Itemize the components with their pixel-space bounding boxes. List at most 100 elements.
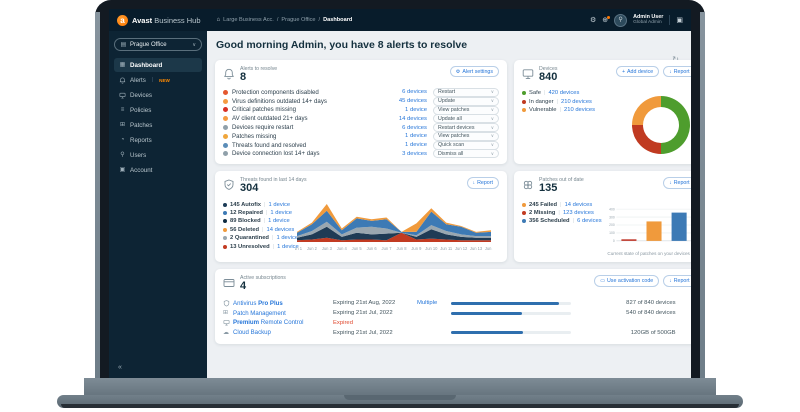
alert-label: Patches missing	[232, 132, 277, 140]
legend-devices-link[interactable]: 14 devices	[267, 227, 295, 233]
svg-text:0: 0	[612, 240, 614, 244]
threats-report-button[interactable]: ↓ Report	[466, 177, 499, 189]
breadcrumb-site[interactable]: Prague Office	[281, 17, 315, 23]
legend-devices-link[interactable]: 1 device	[270, 210, 292, 216]
sidebar-item-alerts[interactable]: Alerts | NEW	[114, 73, 202, 87]
svg-text:Jun 13: Jun 13	[470, 246, 483, 251]
alert-action-select[interactable]: Restart ∨	[433, 87, 499, 97]
shield-icon	[223, 178, 235, 196]
topbar: a Avast Business Hub ⌂ Large Business Ac…	[109, 9, 691, 31]
legend-item: 2 Missing | 123 devices	[522, 209, 602, 217]
alert-devices-link[interactable]: 1 device	[405, 107, 427, 113]
subscription-name-link[interactable]: Cloud Backup	[233, 329, 333, 336]
alert-action-select[interactable]: Update ∨	[433, 96, 499, 106]
gear-icon[interactable]: ⚙	[590, 17, 596, 24]
legend-devices-link[interactable]: 210 devices	[564, 107, 595, 113]
alert-action-select[interactable]: View patches ∨	[433, 131, 499, 141]
remote-control-icon	[223, 319, 233, 326]
legend-devices-link[interactable]: 210 devices	[561, 99, 592, 105]
svg-text:Jun 6: Jun 6	[367, 246, 378, 251]
subscription-extra-link[interactable]: Multiple	[417, 300, 451, 306]
subscription-name-link[interactable]: Patch Management	[233, 310, 333, 317]
alert-devices-link[interactable]: 6 devices	[402, 89, 427, 95]
legend-devices-link[interactable]: 420 devices	[548, 90, 579, 96]
legend-devices-link[interactable]: 6 devices	[577, 218, 602, 224]
legend-devices-link[interactable]: 14 devices	[565, 202, 593, 208]
name-pre: Patch Management	[233, 309, 286, 317]
card-icon: ▭	[600, 278, 605, 285]
sidebar-collapse-button[interactable]: «	[114, 362, 202, 373]
subscription-expiry: Expiring 21st Jul, 2022	[333, 310, 393, 317]
download-icon: ↓	[472, 180, 476, 187]
alert-devices-link[interactable]: 6 devices	[402, 125, 427, 131]
threats-card: Threats found in last 14 days 304 ↓ Repor…	[215, 171, 507, 263]
button-label: Report	[673, 277, 690, 284]
help-book-icon[interactable]: ▣	[676, 17, 683, 24]
alert-devices-link[interactable]: 14 devices	[399, 116, 427, 122]
alert-row: Virus definitions outdated 14+ days 45 de…	[223, 96, 499, 106]
alert-action-select[interactable]: Restart devices ∨	[433, 123, 499, 133]
breadcrumb-account[interactable]: Large Business Acc.	[223, 17, 274, 23]
legend-label: 13 Unresolved	[230, 243, 270, 250]
patches-card-meta: Patches out of date 135	[539, 177, 584, 195]
legend-divider: |	[262, 226, 264, 233]
subscription-row: ☁ Cloud Backup Expiring 21st Jul, 2022 1…	[223, 328, 691, 338]
alert-devices-link[interactable]: 3 devices	[402, 151, 427, 157]
card-label: Active subscriptions	[240, 275, 286, 282]
sidebar-item-patches[interactable]: ⊞ Patches	[114, 118, 202, 132]
action-label: Quick scan	[438, 142, 465, 149]
sidebar-item-devices[interactable]: Devices	[114, 88, 202, 102]
notifications-icon[interactable]: ⊕	[602, 15, 611, 24]
alert-label: AV client outdated 21+ days	[232, 115, 308, 123]
main-content: Good morning Admin, you have 8 alerts to…	[207, 31, 691, 378]
bell-icon	[223, 67, 235, 85]
org-selector[interactable]: ▤ Prague Office ∨	[114, 38, 202, 51]
sidebar-item-account[interactable]: ▣ Account	[114, 163, 202, 177]
alert-devices-link[interactable]: 1 device	[405, 142, 427, 148]
add-device-button[interactable]: + Add device	[616, 66, 660, 78]
legend-devices-link[interactable]: 123 devices	[563, 210, 594, 216]
alert-action-select[interactable]: View patches ∨	[433, 105, 499, 115]
legend-divider: |	[264, 201, 266, 208]
sidebar-item-dashboard[interactable]: ▦ Dashboard	[114, 58, 202, 72]
alert-action-select[interactable]: Update all ∨	[433, 114, 499, 124]
devices-count: 840	[539, 71, 558, 83]
legend-label: 2 Quarantined	[230, 235, 269, 242]
home-icon[interactable]: ⌂	[217, 17, 221, 23]
legend-devices-link[interactable]: 1 device	[268, 218, 290, 224]
devices-card: Devices 840 + Add device ↓ Report Safe | 420…	[514, 60, 691, 165]
alert-action-select[interactable]: Quick scan ∨	[433, 140, 499, 150]
action-label: Dismiss all	[438, 150, 464, 157]
legend-devices-link[interactable]: 1 device	[269, 202, 291, 208]
subscriptions-report-button[interactable]: ↓ Report	[663, 275, 691, 287]
alert-severity-icon	[223, 151, 228, 157]
subscription-usage-text: 120GB of 500GB	[630, 329, 676, 336]
notification-dot	[607, 15, 611, 19]
sidebar-item-users[interactable]: ⚲ Users	[114, 148, 202, 162]
user-block[interactable]: Admin User Global Admin	[633, 14, 663, 26]
legend-dot	[522, 210, 526, 215]
subscription-name-link[interactable]: Premium Remote Control	[233, 319, 333, 326]
usage-bar-fill	[451, 311, 522, 315]
legend-divider: |	[572, 218, 575, 225]
svg-text:Jun 8: Jun 8	[396, 246, 407, 251]
sidebar-item-reports[interactable]: ◔ Reports	[114, 133, 202, 147]
use-activation-code-button[interactable]: ▭ Use activation code	[594, 275, 660, 287]
patches-report-button[interactable]: ↓ Report	[663, 177, 691, 189]
alert-devices-link[interactable]: 1 device	[405, 133, 427, 139]
alert-devices-link[interactable]: 45 devices	[399, 98, 427, 104]
shield-icon	[223, 300, 233, 307]
devices-report-button[interactable]: ↓ Report	[663, 66, 691, 78]
usage-bar-fill	[451, 331, 523, 335]
breadcrumb: ⌂ Large Business Acc. / Prague Office / Da…	[217, 17, 353, 23]
devices-donut-chart	[631, 96, 690, 154]
alert-action-select[interactable]: Dismiss all ∨	[433, 149, 499, 159]
sidebar-item-label: Account	[130, 166, 153, 174]
legend-divider: |	[271, 235, 274, 242]
subscription-name-link[interactable]: Antivirus Pro Plus	[233, 300, 333, 307]
alert-settings-button[interactable]: ⚙ Alert settings	[449, 66, 499, 78]
avatar[interactable]: ⚲	[614, 13, 628, 27]
legend-divider: |	[556, 98, 559, 105]
sidebar-item-policies[interactable]: ≡ Policies	[114, 103, 202, 117]
building-icon: ▤	[120, 41, 127, 48]
